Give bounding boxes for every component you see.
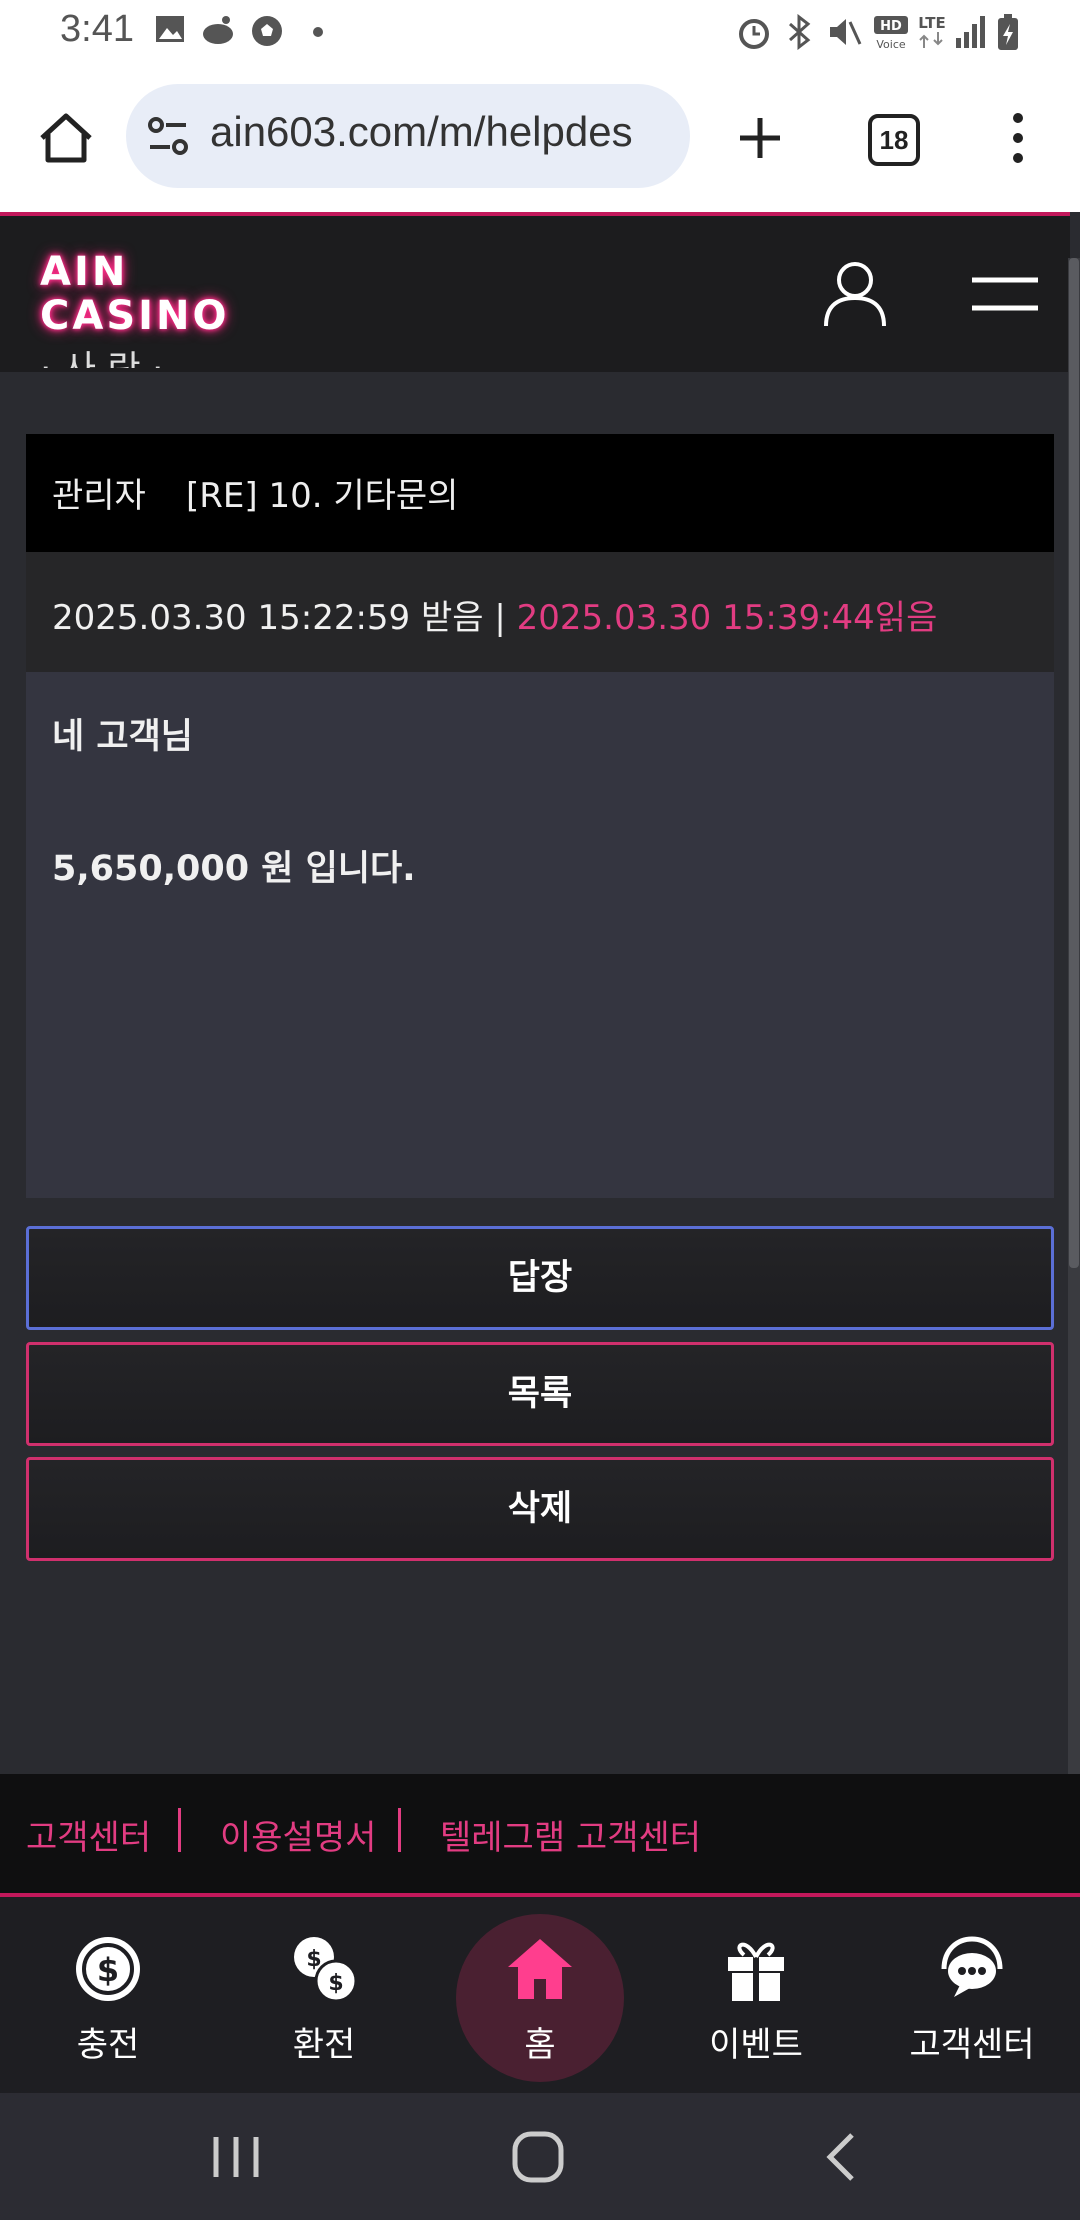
footer-link-guide[interactable]: 이용설명서: [220, 1810, 376, 1859]
lte-icon: LTE: [918, 14, 946, 48]
message-header: 관리자 [RE] 10. 기타문의: [26, 434, 1054, 552]
reply-button[interactable]: 답장: [26, 1226, 1054, 1330]
message-meta: 2025.03.30 15:22:59 받음 | 2025.03.30 15:3…: [26, 552, 1054, 672]
nav-item-events[interactable]: 이벤트: [648, 1897, 864, 2093]
list-button[interactable]: 목록: [26, 1342, 1054, 1446]
tab-switcher-button[interactable]: 18: [868, 114, 920, 166]
gallery-notification-icon: [156, 16, 184, 42]
alarm-icon: [739, 19, 769, 49]
back-icon[interactable]: [820, 2131, 864, 2183]
support-chat-icon: [941, 1936, 1003, 1997]
battery-charging-icon: [998, 14, 1018, 50]
nav-label: 충전: [76, 2025, 140, 2065]
system-home-icon[interactable]: [510, 2129, 566, 2185]
message-title: [RE] 10. 기타문의: [186, 476, 459, 516]
partial-heading: · 사 란 ·: [40, 340, 163, 368]
received-timestamp: 2025.03.30 15:22:59 받음 |: [52, 598, 517, 638]
site-logo[interactable]: AIN CASINO: [40, 250, 230, 338]
soccer-notification-icon: [252, 16, 282, 46]
more-notifications-dot-icon: [313, 27, 323, 37]
recent-apps-icon[interactable]: [206, 2133, 266, 2181]
hd-voice-icon: HD Voice: [874, 16, 908, 50]
home-icon[interactable]: [38, 112, 94, 164]
logo-line-2: CASINO: [40, 293, 230, 339]
svg-text:$: $: [328, 1971, 343, 1996]
more-options-icon[interactable]: [998, 112, 1038, 164]
dollar-coin-icon: $: [76, 1937, 140, 2001]
url-text: ain603.com/m/helpdes: [210, 108, 633, 155]
svg-text:$: $: [97, 1951, 119, 1989]
exchange-coins-icon: $$: [294, 1937, 358, 2003]
user-account-icon[interactable]: [822, 260, 888, 328]
reddit-notification-icon: [203, 16, 233, 44]
delete-button[interactable]: 삭제: [26, 1457, 1054, 1561]
menu-icon[interactable]: [970, 274, 1040, 314]
svg-text:LTE: LTE: [918, 14, 946, 32]
site-settings-icon[interactable]: [146, 114, 190, 158]
home-icon: [508, 1939, 572, 1999]
message-author: 관리자: [52, 476, 146, 516]
scrollbar-thumb[interactable]: [1069, 258, 1079, 1268]
gift-icon: [728, 1942, 784, 2001]
message-body-line-1: 네 고객님: [52, 717, 193, 757]
logo-line-1: AIN: [40, 249, 129, 295]
message-body-line-2: 5,650,000 원 입니다.: [52, 849, 416, 889]
system-navigation-bar: [0, 2093, 1080, 2220]
footer-links: 고객센터 이용설명서 텔레그램 고객센터: [0, 1774, 1080, 1894]
svg-text:Voice: Voice: [876, 38, 906, 50]
nav-item-deposit[interactable]: $ 충전: [0, 1897, 216, 2093]
footer-link-telegram[interactable]: 텔레그램 고객센터: [440, 1810, 701, 1859]
footer-divider: [178, 1808, 181, 1852]
footer-divider: [398, 1808, 401, 1852]
nav-item-support[interactable]: 고객센터: [864, 1897, 1080, 2093]
status-bar: 3:41 HD Voice LTE: [0, 0, 1080, 66]
status-time: 3:41: [60, 8, 134, 50]
nav-label: 환전: [292, 2025, 356, 2065]
bluetooth-icon: [789, 14, 811, 50]
read-timestamp: 2025.03.30 15:39:44읽음: [516, 598, 938, 638]
mute-icon: [830, 19, 862, 45]
message-body: 네 고객님 5,650,000 원 입니다.: [26, 672, 1054, 1198]
address-bar[interactable]: ain603.com/m/helpdes: [126, 84, 690, 188]
nav-label: 이벤트: [709, 2025, 803, 2065]
signal-icon: [956, 16, 985, 48]
svg-text:HD: HD: [880, 19, 902, 34]
nav-item-withdraw[interactable]: $ $ 환전: [216, 1897, 432, 2093]
new-tab-icon[interactable]: [736, 114, 784, 162]
footer-link-support[interactable]: 고객센터: [26, 1810, 151, 1859]
nav-label: 홈: [524, 2025, 556, 2065]
nav-item-home[interactable]: 홈: [432, 1897, 648, 2093]
meta-line: 2025.03.30 15:22:59 받음 | 2025.03.30 15:3…: [52, 590, 937, 639]
nav-label: 고객센터: [909, 2025, 1035, 2065]
